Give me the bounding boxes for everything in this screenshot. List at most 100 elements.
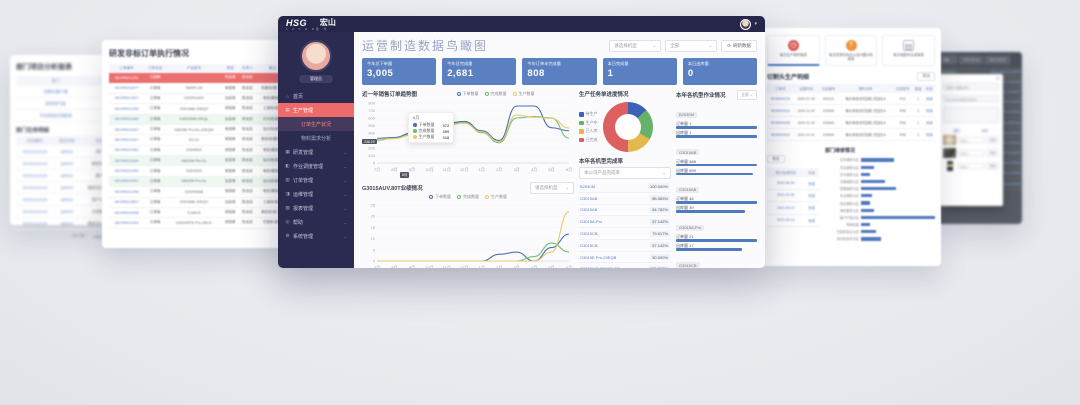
rate-row[interactable]: G3015AB 85.983% bbox=[579, 193, 671, 205]
category-label: 华北维修大区 bbox=[825, 165, 859, 170]
filter-select[interactable]: 全部 ⌄ bbox=[939, 55, 957, 64]
hbar-row: 自动化技术大区 bbox=[825, 236, 935, 241]
table-row[interactable]: SEOR0011050 已审核 G3015/20 常规单 陈忠民 电机/模组装 bbox=[109, 166, 289, 176]
sidebar-item[interactable]: ◎ 帮助 ⌄ bbox=[278, 215, 354, 229]
sidebar-item-label: 运维管理 bbox=[293, 191, 313, 198]
table-row[interactable]: SEOR0011062 已审核 G3040EA 常规单 陈忠民 电机/模组装 bbox=[109, 145, 289, 155]
table-row[interactable]: SEOR0011607 已审核 G2020UA20 加急单 陈忠民 电机/模组装 bbox=[109, 93, 289, 103]
avatar[interactable] bbox=[300, 40, 332, 72]
export-button[interactable]: 导出 bbox=[917, 72, 935, 81]
chevron-down-icon[interactable]: ▾ bbox=[754, 21, 757, 27]
overdue-row[interactable]: SEOR0011252 已超期 特急单 陈忠民 bbox=[109, 73, 289, 83]
legend-item[interactable]: 待生产 bbox=[579, 111, 598, 117]
legend-item[interactable]: 生产中 bbox=[579, 120, 598, 126]
table-row[interactable]: SEOR0011001 已审核 G6025A Pro-DL 加急单 陈忠民 加大… bbox=[109, 176, 289, 186]
table-row[interactable]: 2020-08-26 完成 bbox=[767, 177, 819, 189]
table-row[interactable]: 2021-02-05 完成 bbox=[767, 189, 819, 201]
table-row[interactable]: SEOR0011060 已审核 G4020WB-20EQL 加急单 陈忠民 切大… bbox=[109, 114, 289, 124]
table-row[interactable]: SEOR0011007 已审核 R2-12 常规单 陈忠民 数控线/模组装 bbox=[109, 135, 289, 145]
table-row[interactable]: SEOR0011054 已审核 G3015AE-20EQV 常规单 陈忠民 工装… bbox=[109, 104, 289, 114]
category-label: 西南维修大区 bbox=[825, 186, 859, 191]
report-tab[interactable]: ◷ 每次生产耗时报表 bbox=[767, 35, 820, 66]
model-chart-select[interactable]: 请选择机型 ⌄ bbox=[530, 182, 574, 194]
report-tab[interactable]: ▤ 每次装配完生成报表 bbox=[882, 35, 935, 66]
svg-text:4月: 4月 bbox=[531, 167, 537, 172]
column-header[interactable]: 负责人 bbox=[239, 64, 256, 73]
photo-thumbnail[interactable] bbox=[943, 135, 956, 145]
svg-text:12月: 12月 bbox=[460, 265, 468, 268]
photo-thumbnail[interactable] bbox=[943, 148, 956, 158]
table-row[interactable]: WO8000005 2020-11-16 020640 海大林自动切割机 切割头… bbox=[767, 117, 935, 129]
report-tab[interactable]: ? 每次异常时间点以及问题分析报表 bbox=[825, 35, 878, 66]
orders-table: 订单编号 订单状态 产品型号 类型 负责人 备注 SEOR0011252 已超期… bbox=[109, 64, 289, 229]
photo-thumbnail[interactable] bbox=[947, 161, 953, 171]
date-to-input[interactable]: 2021-06-25 bbox=[985, 56, 1009, 64]
legend-item[interactable]: 生产数量 bbox=[513, 91, 535, 97]
rate-row[interactable]: G3015E Pro-20EQB 50.000% bbox=[579, 252, 671, 264]
machines-select[interactable]: 全部 ⌄ bbox=[737, 90, 757, 100]
sidebar-item[interactable]: ⌂ 首页 bbox=[278, 89, 354, 103]
table-row[interactable]: SEOR0010807 已审核 G3015AE-20EQV 加急单 陈忠民 工装… bbox=[109, 197, 289, 207]
dashboard-content: 运营制造数据鸟瞰图 请选择机型 ⌄ 全部 ⌄ ⟳ 刷新数据 bbox=[354, 32, 765, 268]
sidebar-item[interactable]: ▤ 生产管理 bbox=[278, 103, 354, 117]
close-icon[interactable]: ✕ bbox=[996, 76, 1000, 82]
delete-button[interactable]: 删除 bbox=[987, 149, 999, 157]
completion-rate: 100.000% bbox=[648, 183, 670, 189]
model-name: B2530M bbox=[580, 184, 595, 189]
caption-input[interactable]: 请输入 bbox=[958, 150, 985, 156]
table-row[interactable]: SEOR0011056 已审核 G2025/5AB 常规单 陈忠民 电机/模组装 bbox=[109, 187, 289, 197]
table-row[interactable]: SEOR0010998 已审核 TL500-E 常规单 陈忠民 数控机/组三组 bbox=[109, 207, 289, 217]
table-row[interactable]: WO8000002 2021-01-11 020644 海大林自动切割机 切割头… bbox=[767, 129, 935, 141]
tab-icon: ▤ bbox=[903, 40, 914, 51]
table-row[interactable]: WO8000010 2020-11-20 020640 海大林自动切割机 切割头… bbox=[767, 105, 935, 117]
rate-select[interactable]: 本公司产品完成率 ⌄ bbox=[579, 167, 671, 179]
table-row[interactable]: SEOR0011677 已审核 T800PLUS 常规单 陈忠民 机械线/模三组 bbox=[109, 83, 289, 93]
column-header[interactable]: 订单编号 bbox=[109, 64, 144, 73]
svg-text:5月: 5月 bbox=[548, 167, 554, 172]
date-from-input[interactable]: 2021-06-16 bbox=[959, 56, 983, 64]
sidebar-item[interactable]: 物料需求分析 bbox=[278, 131, 354, 145]
export-button[interactable]: 导出 bbox=[767, 155, 785, 163]
rate-row[interactable]: G3015CB 57.142% bbox=[579, 240, 671, 252]
rate-row[interactable]: G3015AB 84.782% bbox=[579, 205, 671, 217]
legend-item[interactable]: 下单数量 bbox=[457, 91, 479, 97]
name-input[interactable]: 请输入设备名称 bbox=[943, 83, 999, 90]
legend-item[interactable]: 已完成 bbox=[579, 137, 598, 143]
sidebar-item[interactable]: ◧ 作业调度管理 ⌄ bbox=[278, 159, 354, 173]
rate-row[interactable]: G3015A-Pro 57.142% bbox=[579, 216, 671, 228]
rate-row[interactable]: B2530M 100.000% bbox=[579, 181, 671, 193]
description-textarea[interactable] bbox=[943, 107, 999, 123]
user-avatar[interactable] bbox=[740, 19, 751, 30]
table-row[interactable]: WO8000075 2020-07-25 020121 海大林自动切割机 切割头… bbox=[767, 93, 935, 105]
sidebar-item[interactable]: ▥ 订单管理 ⌄ bbox=[278, 173, 354, 187]
scope-select[interactable]: 全部 ⌄ bbox=[665, 40, 717, 52]
column-header[interactable]: 类型 bbox=[222, 64, 239, 73]
caption-input[interactable]: 请输入 bbox=[958, 163, 985, 169]
delete-button[interactable]: 删除 bbox=[987, 136, 999, 144]
legend-item[interactable]: 已入库 bbox=[579, 128, 598, 134]
model-input[interactable]: DL-2000W激光切割头 bbox=[943, 95, 999, 102]
sidebar-item[interactable]: ▧ 报表管理 ⌄ bbox=[278, 201, 354, 215]
sidebar-item[interactable]: 订单生产状况 bbox=[278, 117, 354, 131]
column-header[interactable]: 产品型号 bbox=[166, 64, 222, 73]
bar bbox=[861, 194, 872, 197]
table-row[interactable]: SEOR0011094 已审核 G6025A Pro-DL 加急单 陈忠民 加大… bbox=[109, 156, 289, 166]
table-row[interactable]: 2021-03-13 完成 bbox=[767, 202, 819, 214]
sidebar-item-label: 作业调度管理 bbox=[293, 163, 323, 170]
column-header[interactable]: 订单状态 bbox=[144, 64, 166, 73]
hbar-row: 华东维修大区 bbox=[825, 157, 935, 162]
sidebar-item[interactable]: ▦ 研发管理 ⌄ bbox=[278, 145, 354, 159]
rate-row[interactable]: G3015WB-20EQB-QB 100.000% bbox=[579, 263, 671, 268]
table-row[interactable]: SEOR0011007 已审核 G6025E Pro-DL-22EQW 常规单 … bbox=[109, 124, 289, 134]
rate-row[interactable]: G3015CB 79.617% bbox=[579, 228, 671, 240]
refresh-button[interactable]: ⟳ 刷新数据 bbox=[721, 40, 757, 52]
caption-input[interactable]: 请输入 bbox=[958, 137, 985, 143]
table-row[interactable]: 2021-03-13 完成 bbox=[767, 214, 819, 226]
delete-button[interactable]: 删除 bbox=[987, 162, 999, 170]
sidebar-item[interactable]: ◨ 运维管理 ⌄ bbox=[278, 187, 354, 201]
sidebar-item[interactable]: ⚙ 系统管理 ⌄ bbox=[278, 229, 354, 243]
table-row[interactable]: SEOR0011003 已审核 G2020/5TE Pro-350-E 常规单 … bbox=[109, 218, 289, 228]
model-select[interactable]: 请选择机型 ⌄ bbox=[609, 40, 661, 52]
kpi-card: 今年订单未完成量 808 bbox=[522, 58, 596, 85]
legend-item[interactable]: 完成数量 bbox=[485, 91, 507, 97]
